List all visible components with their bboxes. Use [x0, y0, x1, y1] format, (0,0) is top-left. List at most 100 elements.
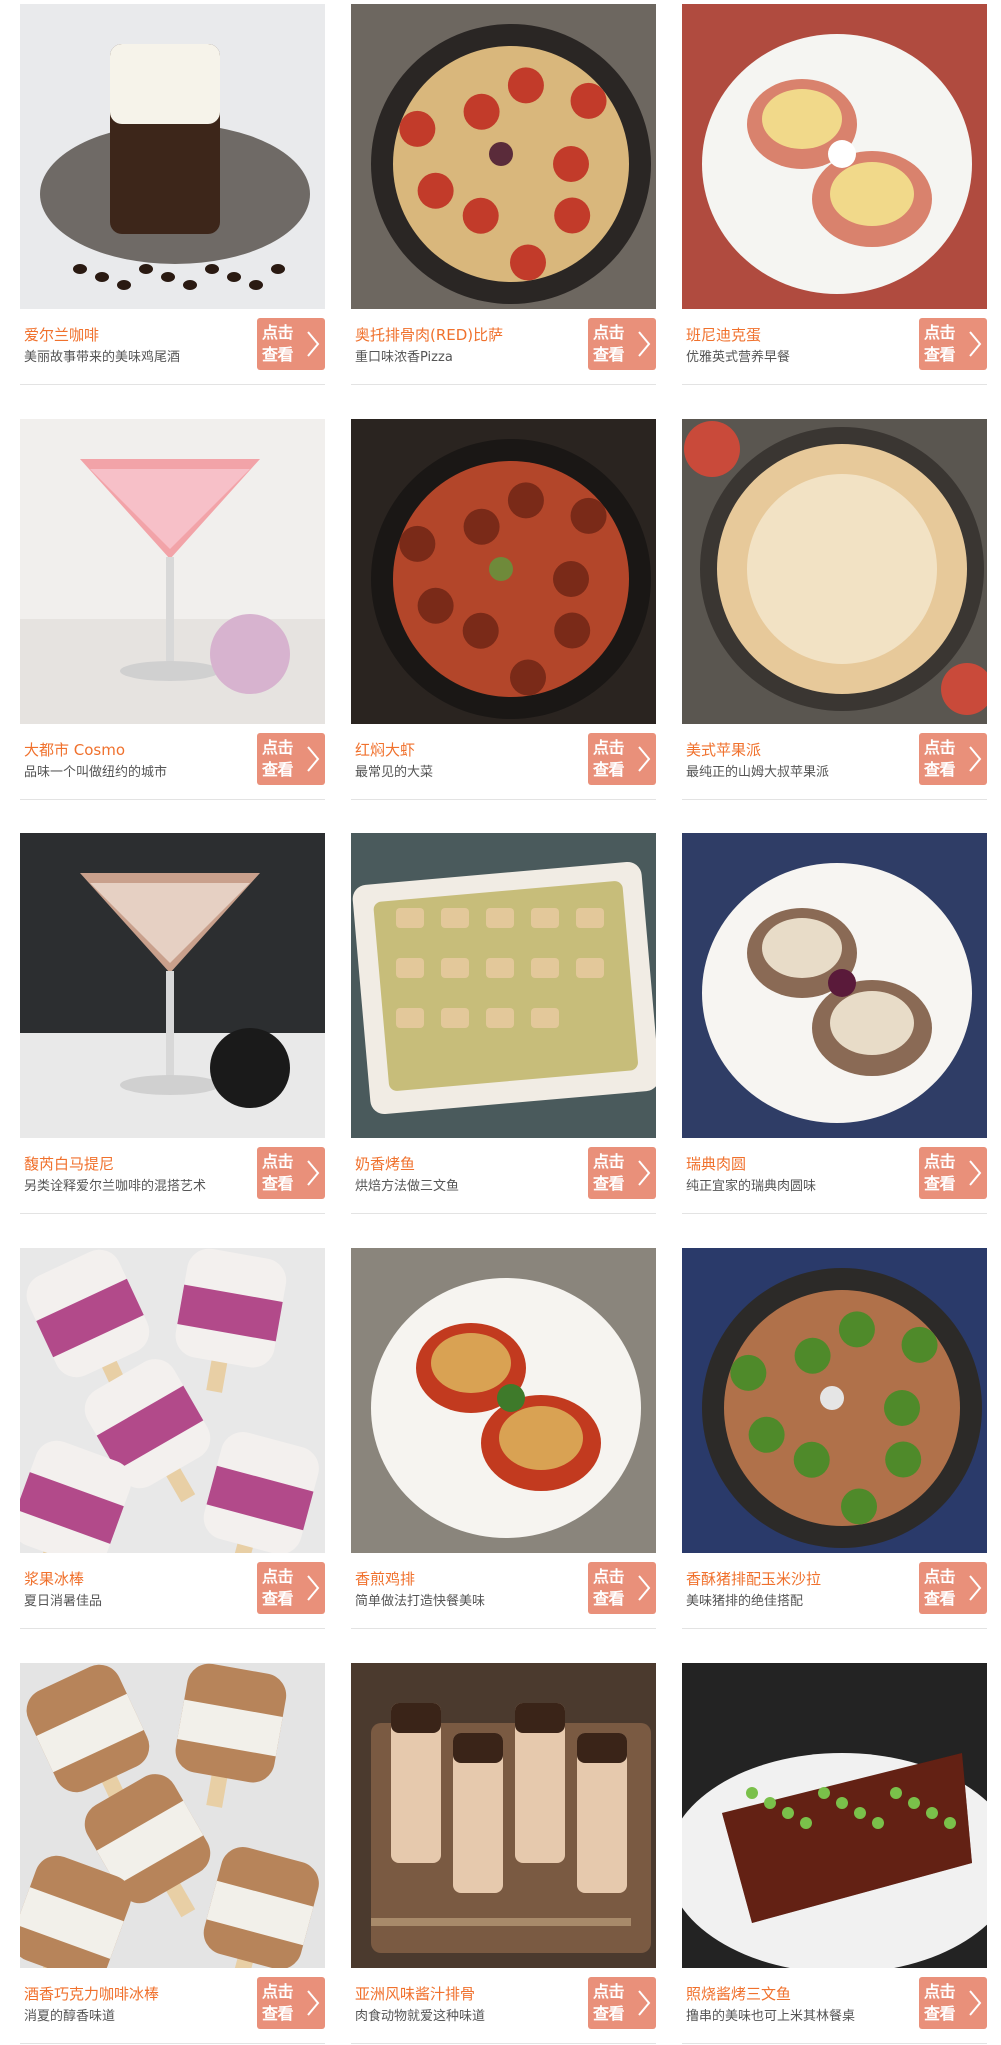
recipe-title[interactable]: 瑞典肉圆 — [686, 1155, 746, 1173]
card-divider — [20, 384, 325, 385]
recipe-description: 最常见的大菜 — [355, 765, 434, 780]
mocha-popsicle-photo[interactable] — [20, 1663, 325, 1968]
recipe-card[interactable]: 馥芮白马提尼 另类诠释爱尔兰咖啡的混搭艺术 点击查看 — [20, 833, 325, 1215]
recipe-description: 重口味浓香Pizza — [355, 350, 453, 365]
recipe-card[interactable]: 香煎鸡排简单做法打造快餐美味 点击查看 — [351, 1248, 656, 1630]
view-recipe-button[interactable]: 点击查看 — [919, 1147, 987, 1199]
braised-shrimp-photo[interactable] — [351, 419, 656, 724]
recipe-card[interactable]: 班尼迪克蛋优雅英式营养早餐 点击查看 — [682, 4, 987, 386]
recipe-description: 夏日消暑佳品 — [24, 1594, 103, 1609]
view-recipe-button[interactable]: 点击查看 — [257, 1147, 325, 1199]
chevron-right-icon — [638, 1160, 651, 1186]
recipe-title[interactable]: 大都市 Cosmo — [24, 741, 125, 759]
irish-coffee-photo[interactable] — [20, 4, 325, 309]
chevron-right-icon — [969, 1160, 982, 1186]
view-button-label: 点击查看 — [593, 323, 625, 364]
view-button-label: 点击查看 — [262, 738, 294, 779]
baked-fish-photo[interactable] — [351, 833, 656, 1138]
view-button-label: 点击查看 — [924, 738, 956, 779]
recipe-card[interactable]: 奥托排骨肉(RED)比萨 重口味浓香Pizza 点击查看 — [351, 4, 656, 386]
recipe-title[interactable]: 亚洲风味酱汁排骨 — [355, 1985, 475, 2003]
pizza-photo[interactable] — [351, 4, 656, 309]
chevron-right-icon — [307, 1160, 320, 1186]
card-divider — [351, 1628, 656, 1629]
swedish-meatballs-photo[interactable] — [682, 833, 987, 1138]
view-button-label: 点击查看 — [924, 1982, 956, 2023]
recipe-title[interactable]: 红焖大虾 — [355, 741, 415, 759]
teriyaki-salmon-photo[interactable] — [682, 1663, 987, 1968]
view-recipe-button[interactable]: 点击查看 — [257, 1977, 325, 2029]
martini-photo[interactable] — [20, 833, 325, 1138]
recipe-description: 最纯正的山姆大叔苹果派 — [686, 765, 830, 780]
recipe-title[interactable]: 班尼迪克蛋 — [686, 326, 761, 344]
view-button-label: 点击查看 — [262, 1152, 294, 1193]
chevron-right-icon — [307, 1990, 320, 2016]
card-divider — [351, 1213, 656, 1214]
recipe-title[interactable]: 馥芮白马提尼 — [24, 1155, 114, 1173]
view-recipe-button[interactable]: 点击查看 — [919, 1562, 987, 1614]
view-recipe-button[interactable]: 点击查看 — [257, 318, 325, 370]
recipe-title[interactable]: 照烧酱烤三文鱼 — [686, 1985, 791, 2003]
recipe-title[interactable]: 浆果冰棒 — [24, 1570, 84, 1588]
recipe-card[interactable]: 瑞典肉圆 纯正宜家的瑞典肉圆味 点击查看 — [682, 833, 987, 1215]
recipe-description: 美丽故事带来的美味鸡尾酒 — [24, 350, 181, 365]
berry-popsicle-photo[interactable] — [20, 1248, 325, 1553]
chevron-right-icon — [969, 1575, 982, 1601]
card-divider — [20, 2043, 325, 2044]
chevron-right-icon — [307, 331, 320, 357]
recipe-description: 品味一个叫做纽约的城市 — [24, 765, 168, 780]
view-recipe-button[interactable]: 点击查看 — [919, 1977, 987, 2029]
recipe-description: 撸串的美味也可上米其林餐桌 — [686, 2009, 856, 2024]
recipe-description: 优雅英式营养早餐 — [686, 350, 791, 365]
view-button-label: 点击查看 — [593, 1982, 625, 2023]
chevron-right-icon — [969, 746, 982, 772]
recipe-title[interactable]: 香煎鸡排 — [355, 1570, 415, 1588]
card-divider — [682, 384, 987, 385]
view-recipe-button[interactable]: 点击查看 — [588, 1562, 656, 1614]
recipe-title[interactable]: 爱尔兰咖啡 — [24, 326, 99, 344]
apple-pie-photo[interactable] — [682, 419, 987, 724]
recipe-title[interactable]: 奶香烤鱼 — [355, 1155, 415, 1173]
cosmo-cocktail-photo[interactable] — [20, 419, 325, 724]
view-recipe-button[interactable]: 点击查看 — [588, 733, 656, 785]
recipe-card[interactable]: 奶香烤鱼 烘焙方法做三文鱼 点击查看 — [351, 833, 656, 1215]
view-recipe-button[interactable]: 点击查看 — [919, 733, 987, 785]
recipe-card[interactable]: 美式苹果派最纯正的山姆大叔苹果派 点击查看 — [682, 419, 987, 801]
recipe-card[interactable]: 酒香巧克力咖啡冰棒 消夏的醇香味道 点击查看 — [20, 1663, 325, 2045]
asian-ribs-photo[interactable] — [351, 1663, 656, 1968]
recipe-card[interactable]: 爱尔兰咖啡美丽故事带来的美味鸡尾酒 点击查看 — [20, 4, 325, 386]
pork-chop-salad-photo[interactable] — [682, 1248, 987, 1553]
view-recipe-button[interactable]: 点击查看 — [257, 1562, 325, 1614]
card-divider — [682, 1213, 987, 1214]
view-button-label: 点击查看 — [924, 1567, 956, 1608]
card-divider — [682, 2043, 987, 2044]
view-recipe-button[interactable]: 点击查看 — [588, 1147, 656, 1199]
recipe-title[interactable]: 奥托排骨肉(RED)比萨 — [355, 326, 503, 344]
view-button-label: 点击查看 — [262, 1982, 294, 2023]
recipe-card[interactable]: 照烧酱烤三文鱼撸串的美味也可上米其林餐桌 点击查看 — [682, 1663, 987, 2045]
chevron-right-icon — [307, 1575, 320, 1601]
view-recipe-button[interactable]: 点击查看 — [588, 318, 656, 370]
recipe-title[interactable]: 酒香巧克力咖啡冰棒 — [24, 1985, 159, 2003]
recipe-title[interactable]: 香酥猪排配玉米沙拉 — [686, 1570, 821, 1588]
recipe-card[interactable]: 大都市 Cosmo 品味一个叫做纽约的城市 点击查看 — [20, 419, 325, 801]
card-divider — [351, 384, 656, 385]
view-recipe-button[interactable]: 点击查看 — [919, 318, 987, 370]
recipe-card[interactable]: 红焖大虾最常见的大菜 点击查看 — [351, 419, 656, 801]
recipe-card[interactable]: 浆果冰棒夏日消暑佳品 点击查看 — [20, 1248, 325, 1630]
card-divider — [20, 1213, 325, 1214]
recipe-description: 简单做法打造快餐美味 — [355, 1594, 486, 1609]
view-recipe-button[interactable]: 点击查看 — [257, 733, 325, 785]
chevron-right-icon — [638, 746, 651, 772]
view-button-label: 点击查看 — [593, 1567, 625, 1608]
recipe-card[interactable]: 香酥猪排配玉米沙拉 美味猪排的绝佳搭配 点击查看 — [682, 1248, 987, 1630]
view-button-label: 点击查看 — [924, 323, 956, 364]
eggs-benedict-photo[interactable] — [682, 4, 987, 309]
view-recipe-button[interactable]: 点击查看 — [588, 1977, 656, 2029]
recipe-title[interactable]: 美式苹果派 — [686, 741, 761, 759]
recipe-card[interactable]: 亚洲风味酱汁排骨 肉食动物就爱这种味道 点击查看 — [351, 1663, 656, 2045]
chicken-cutlet-photo[interactable] — [351, 1248, 656, 1553]
chevron-right-icon — [638, 331, 651, 357]
recipe-description: 肉食动物就爱这种味道 — [355, 2009, 486, 2024]
chevron-right-icon — [969, 1990, 982, 2016]
